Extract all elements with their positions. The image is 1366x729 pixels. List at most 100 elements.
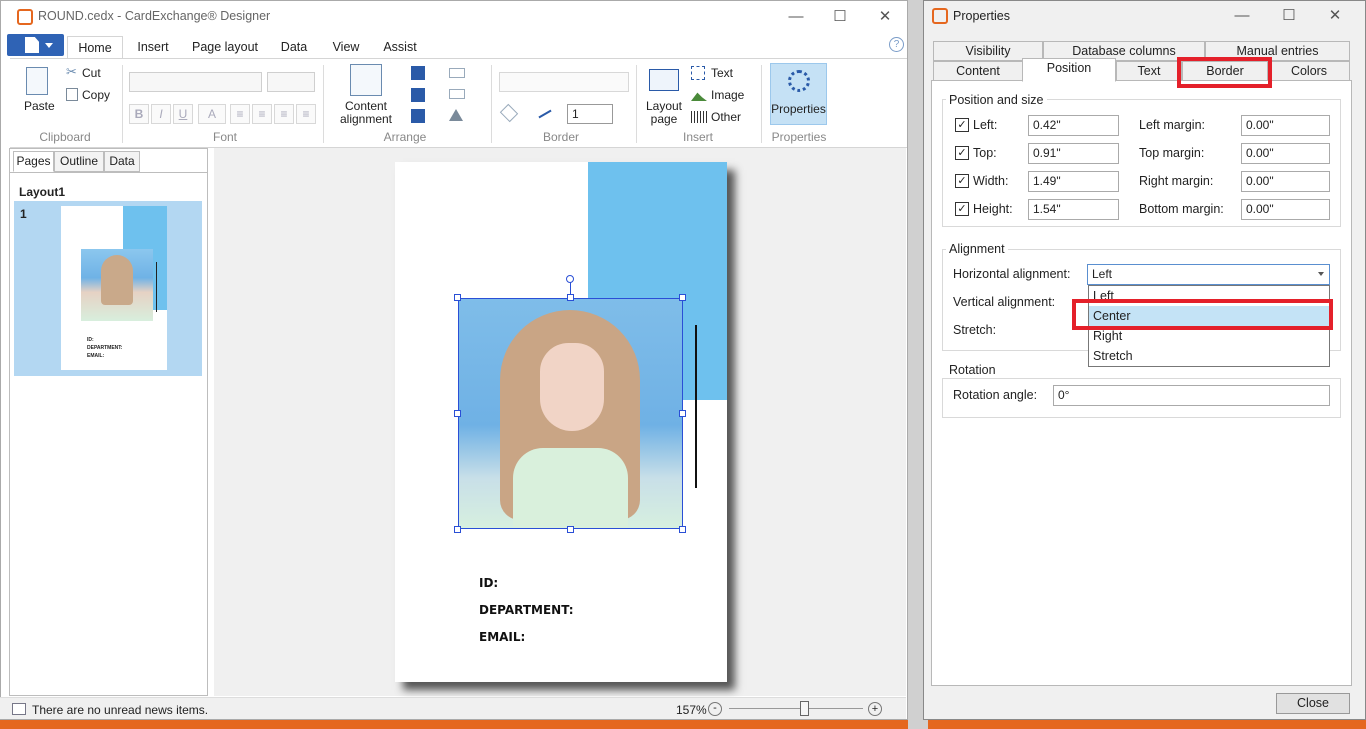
help-icon[interactable]: ? bbox=[889, 37, 904, 52]
minimize-button[interactable]: — bbox=[781, 5, 811, 29]
tab-pages[interactable]: Pages bbox=[13, 151, 54, 172]
card-label-department[interactable]: DEPARTMENT: bbox=[479, 603, 574, 617]
border-fill-icon[interactable] bbox=[499, 103, 529, 124]
insert-text-button[interactable]: Text bbox=[711, 66, 733, 80]
card-label-email[interactable]: EMAIL: bbox=[479, 630, 525, 644]
tab-data[interactable]: Data bbox=[273, 36, 315, 58]
flip-icon[interactable] bbox=[449, 109, 463, 121]
file-menu-button[interactable] bbox=[7, 34, 64, 56]
tab-page-layout[interactable]: Page layout bbox=[187, 36, 263, 58]
resize-handle-w[interactable] bbox=[454, 410, 461, 417]
justify-button[interactable]: ≡ bbox=[296, 104, 316, 124]
close-button[interactable]: ✕ bbox=[870, 5, 900, 29]
top-checkbox[interactable]: ✓ bbox=[955, 146, 969, 160]
properties-button[interactable]: Properties bbox=[770, 63, 827, 125]
tab-assist[interactable]: Assist bbox=[377, 36, 423, 58]
resize-handle-e[interactable] bbox=[679, 410, 686, 417]
right-margin-input[interactable]: 0.00" bbox=[1241, 171, 1330, 192]
resize-handle-se[interactable] bbox=[679, 526, 686, 533]
card-label-id[interactable]: ID: bbox=[479, 576, 498, 590]
status-bar: There are no unread news items. 157% - + bbox=[0, 697, 906, 719]
image-icon bbox=[691, 92, 707, 101]
left-checkbox[interactable]: ✓ bbox=[955, 118, 969, 132]
thumb-line bbox=[156, 262, 157, 312]
dropdown-option-stretch[interactable]: Stretch bbox=[1089, 346, 1329, 366]
layout-page-button[interactable]: Layout page bbox=[642, 100, 686, 126]
clipboard-icon bbox=[26, 67, 48, 95]
zoom-out-button[interactable]: - bbox=[708, 702, 722, 716]
page-thumbnail-item[interactable]: 1 ID: DEPARTMENT: EMAIL: bbox=[14, 201, 202, 376]
tab-data[interactable]: Data bbox=[104, 151, 140, 172]
zoom-in-button[interactable]: + bbox=[868, 702, 882, 716]
paint-bucket-icon bbox=[499, 103, 519, 123]
cut-button[interactable]: Cut bbox=[82, 66, 101, 80]
border-color-button[interactable] bbox=[534, 104, 564, 124]
zoom-slider-thumb[interactable] bbox=[800, 701, 809, 716]
bottom-margin-input[interactable]: 0.00" bbox=[1241, 199, 1330, 220]
maximize-button[interactable]: ☐ bbox=[1274, 4, 1304, 28]
bold-button[interactable]: B bbox=[129, 104, 149, 124]
card-page[interactable]: ID: DEPARTMENT: EMAIL: bbox=[395, 162, 727, 682]
close-properties-button[interactable]: Close bbox=[1276, 693, 1350, 714]
italic-button[interactable]: I bbox=[151, 104, 171, 124]
resize-handle-nw[interactable] bbox=[454, 294, 461, 301]
border-sides-buttons[interactable] bbox=[499, 72, 629, 92]
bring-forward-icon[interactable] bbox=[411, 66, 425, 80]
resize-handle-ne[interactable] bbox=[679, 294, 686, 301]
rotation-angle-input[interactable]: 0° bbox=[1053, 385, 1330, 406]
border-tab-highlight bbox=[1177, 57, 1272, 88]
underline-button[interactable]: U bbox=[173, 104, 193, 124]
rotate-handle[interactable] bbox=[566, 275, 574, 283]
height-checkbox[interactable]: ✓ bbox=[955, 202, 969, 216]
tab-position[interactable]: Position bbox=[1022, 58, 1116, 82]
arrange-group-label: Arrange bbox=[383, 130, 427, 144]
paste-button[interactable] bbox=[24, 65, 52, 99]
tab-outline[interactable]: Outline bbox=[54, 151, 104, 172]
horizontal-alignment-select[interactable]: Left bbox=[1087, 264, 1330, 285]
top-input[interactable]: 0.91" bbox=[1028, 143, 1119, 164]
resize-handle-s[interactable] bbox=[567, 526, 574, 533]
tab-text[interactable]: Text bbox=[1116, 61, 1182, 81]
card-vertical-line[interactable] bbox=[695, 325, 697, 488]
width-checkbox[interactable]: ✓ bbox=[955, 174, 969, 188]
insert-image-button[interactable]: Image bbox=[711, 88, 744, 102]
width-input[interactable]: 1.49" bbox=[1028, 171, 1119, 192]
ribbon: Paste ✂ Cut Copy Clipboard B I U A ≡ ≡ ≡… bbox=[10, 58, 907, 148]
thumb-label-id: ID: bbox=[87, 337, 94, 343]
tab-colors[interactable]: Colors bbox=[1268, 61, 1350, 81]
align-left-button[interactable]: ≡ bbox=[230, 104, 250, 124]
content-alignment-button[interactable]: Content alignment bbox=[336, 100, 396, 126]
thumb-photo-figure bbox=[101, 255, 133, 305]
tab-insert[interactable]: Insert bbox=[129, 36, 177, 58]
font-size-combo[interactable] bbox=[267, 72, 315, 92]
top-margin-input[interactable]: 0.00" bbox=[1241, 143, 1330, 164]
copy-button[interactable]: Copy bbox=[82, 88, 110, 102]
zoom-slider-track[interactable] bbox=[729, 708, 863, 709]
insert-other-button[interactable]: Other bbox=[711, 110, 741, 124]
close-button[interactable]: ✕ bbox=[1320, 4, 1350, 28]
thumb-photo bbox=[81, 249, 153, 321]
send-backward-icon[interactable] bbox=[411, 88, 425, 102]
height-input[interactable]: 1.54" bbox=[1028, 199, 1119, 220]
center-option-highlight bbox=[1072, 299, 1333, 330]
tab-content[interactable]: Content bbox=[933, 61, 1023, 81]
resize-handle-sw[interactable] bbox=[454, 526, 461, 533]
position-tab-body: Position and size ✓ Left: 0.42" Left mar… bbox=[931, 80, 1352, 686]
distribute-icon[interactable] bbox=[449, 89, 465, 99]
left-input[interactable]: 0.42" bbox=[1028, 115, 1119, 136]
minimize-button[interactable]: — bbox=[1227, 4, 1257, 28]
resize-handle-n[interactable] bbox=[567, 294, 574, 301]
tab-view[interactable]: View bbox=[325, 36, 367, 58]
align-objects-icon[interactable] bbox=[449, 68, 465, 78]
font-color-button[interactable]: A bbox=[198, 104, 226, 124]
align-right-button[interactable]: ≡ bbox=[274, 104, 294, 124]
tab-home[interactable]: Home bbox=[67, 36, 123, 58]
alignment-legend: Alignment bbox=[946, 242, 1008, 256]
border-width-combo[interactable]: 1 bbox=[567, 104, 613, 124]
arrange-icon[interactable] bbox=[411, 109, 425, 123]
font-family-combo[interactable] bbox=[129, 72, 262, 92]
left-margin-input[interactable]: 0.00" bbox=[1241, 115, 1330, 136]
group-divider bbox=[122, 65, 123, 143]
maximize-button[interactable]: ☐ bbox=[825, 5, 855, 29]
align-center-button[interactable]: ≡ bbox=[252, 104, 272, 124]
